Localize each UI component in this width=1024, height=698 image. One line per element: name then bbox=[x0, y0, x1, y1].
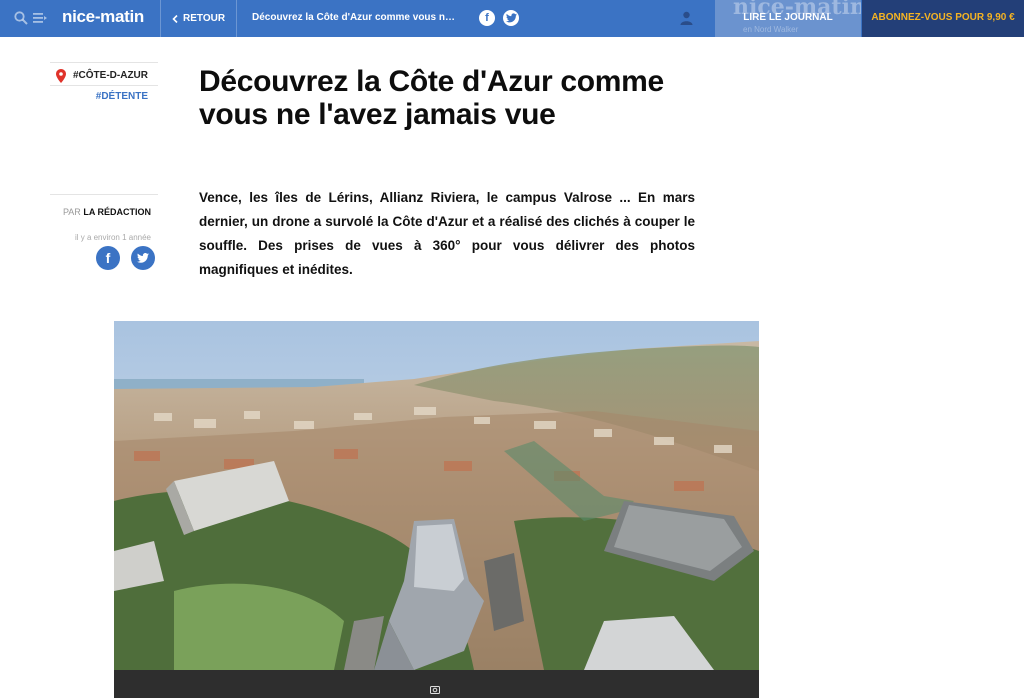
location-pin-icon bbox=[56, 69, 66, 83]
header-divider bbox=[236, 0, 237, 37]
tags-block: #CÔTE-D-AZUR #DÉTENTE bbox=[50, 62, 158, 102]
tag-cote-d-azur[interactable]: #CÔTE-D-AZUR bbox=[73, 70, 148, 81]
camera-icon[interactable] bbox=[430, 685, 440, 694]
header-divider bbox=[160, 0, 161, 37]
article-headline: Découvrez la Côte d'Azur comme vous ne l… bbox=[199, 65, 664, 131]
byline-prefix: PAR bbox=[62, 207, 81, 217]
journal-cover-subtitle: en Nord Walker bbox=[743, 25, 799, 34]
facebook-icon[interactable]: f bbox=[479, 10, 495, 26]
article-lede: Vence, les îles de Lérins, Allianz Rivie… bbox=[199, 190, 695, 277]
top-navigation-bar: nice-matin RETOUR Découvrez la Côte d'Az… bbox=[0, 0, 1024, 37]
chevron-left-icon bbox=[172, 14, 178, 23]
facebook-glyph: f bbox=[485, 12, 489, 24]
header-article-title: Découvrez la Côte d'Azur comme vous ne l… bbox=[252, 12, 457, 23]
back-button[interactable]: RETOUR bbox=[172, 0, 225, 37]
twitter-icon[interactable] bbox=[503, 10, 519, 26]
subscribe-label: ABONNEZ-VOUS POUR 9,90 € bbox=[871, 12, 1015, 23]
read-journal-button[interactable]: nice-matin en Nord Walker LIRE LE JOURNA… bbox=[715, 0, 861, 37]
byline: PAR LA RÉDACTION bbox=[63, 207, 151, 217]
user-icon[interactable] bbox=[680, 11, 693, 25]
share-twitter-button[interactable] bbox=[131, 246, 155, 270]
header-left: nice-matin bbox=[0, 0, 160, 37]
aerial-photo-illustration bbox=[114, 321, 759, 670]
back-label: RETOUR bbox=[183, 13, 226, 24]
share-facebook-button[interactable]: f bbox=[96, 246, 120, 270]
tag-divider bbox=[50, 85, 158, 86]
menu-icon[interactable] bbox=[33, 12, 47, 24]
publish-time: il y a environ 1 année bbox=[74, 233, 151, 242]
subscribe-button[interactable]: ABONNEZ-VOUS POUR 9,90 € bbox=[862, 0, 1024, 37]
tag-detente[interactable]: #DÉTENTE bbox=[96, 91, 148, 102]
twitter-icon bbox=[137, 253, 149, 263]
aerial-photo[interactable] bbox=[114, 321, 759, 698]
search-icon[interactable] bbox=[14, 11, 28, 25]
read-journal-label: LIRE LE JOURNAL bbox=[743, 12, 833, 23]
site-logo[interactable]: nice-matin bbox=[62, 7, 144, 27]
twitter-bird-glyph bbox=[505, 13, 517, 23]
facebook-icon: f bbox=[105, 250, 111, 266]
author-name[interactable]: LA RÉDACTION bbox=[83, 207, 151, 217]
author-block: PAR LA RÉDACTION il y a environ 1 année bbox=[50, 194, 158, 242]
